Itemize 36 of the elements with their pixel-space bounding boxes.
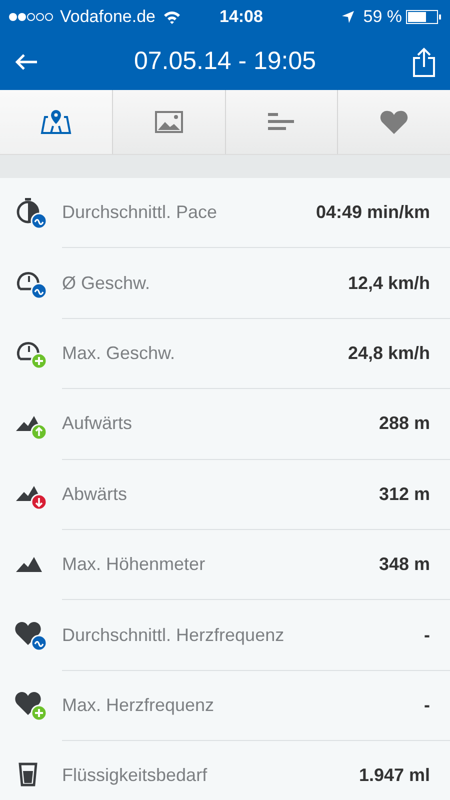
stat-value: - (424, 624, 430, 647)
stat-label: Ø Geschw. (62, 272, 150, 295)
clock-time: 14:08 (219, 6, 263, 28)
stat-value: 348 m (378, 553, 430, 576)
battery-icon (406, 10, 442, 24)
stat-label: Max. Herzfrequenz (62, 694, 214, 717)
stat-value: - (424, 694, 430, 717)
location-icon (341, 10, 356, 24)
carrier-name: Vodafone.de (60, 6, 156, 28)
stat-value: 312 m (378, 482, 430, 506)
screen-title: 07.05.14 - 19:05 (134, 46, 316, 78)
tab[interactable] (0, 90, 113, 154)
map-icon (40, 109, 72, 135)
back-button[interactable] (14, 53, 38, 71)
stat-value: 288 m (378, 412, 430, 436)
stat-label: Durchschnittl. Herzfrequenz (62, 624, 284, 647)
list-icon (268, 112, 294, 132)
stat-value: 24,8 km/h (348, 342, 430, 365)
stat-value: 04:49 min/km (316, 201, 430, 224)
heart-icon (14, 619, 48, 652)
stat-label: Max. Geschw. (62, 342, 176, 365)
stat-label: Abwärts (62, 482, 128, 506)
stat-label: Aufwärts (62, 412, 132, 436)
image-icon (154, 111, 183, 133)
heart-icon (380, 110, 408, 134)
stat-label: Durchschnittl. Pace (62, 201, 218, 224)
stat-value: 12,4 km/h (348, 272, 430, 295)
wifi-icon (163, 10, 182, 24)
signal-icon (8, 12, 56, 22)
stopwatch-icon (14, 196, 48, 230)
stat-value: 1.947 ml (358, 764, 430, 788)
heart-icon (14, 689, 48, 722)
share-button[interactable] (412, 47, 436, 77)
stat-label: Max. Höhenmeter (62, 553, 206, 576)
battery-percent: 59 % (363, 6, 402, 28)
stat-label: Flüssigkeitsbedarf (62, 764, 208, 788)
